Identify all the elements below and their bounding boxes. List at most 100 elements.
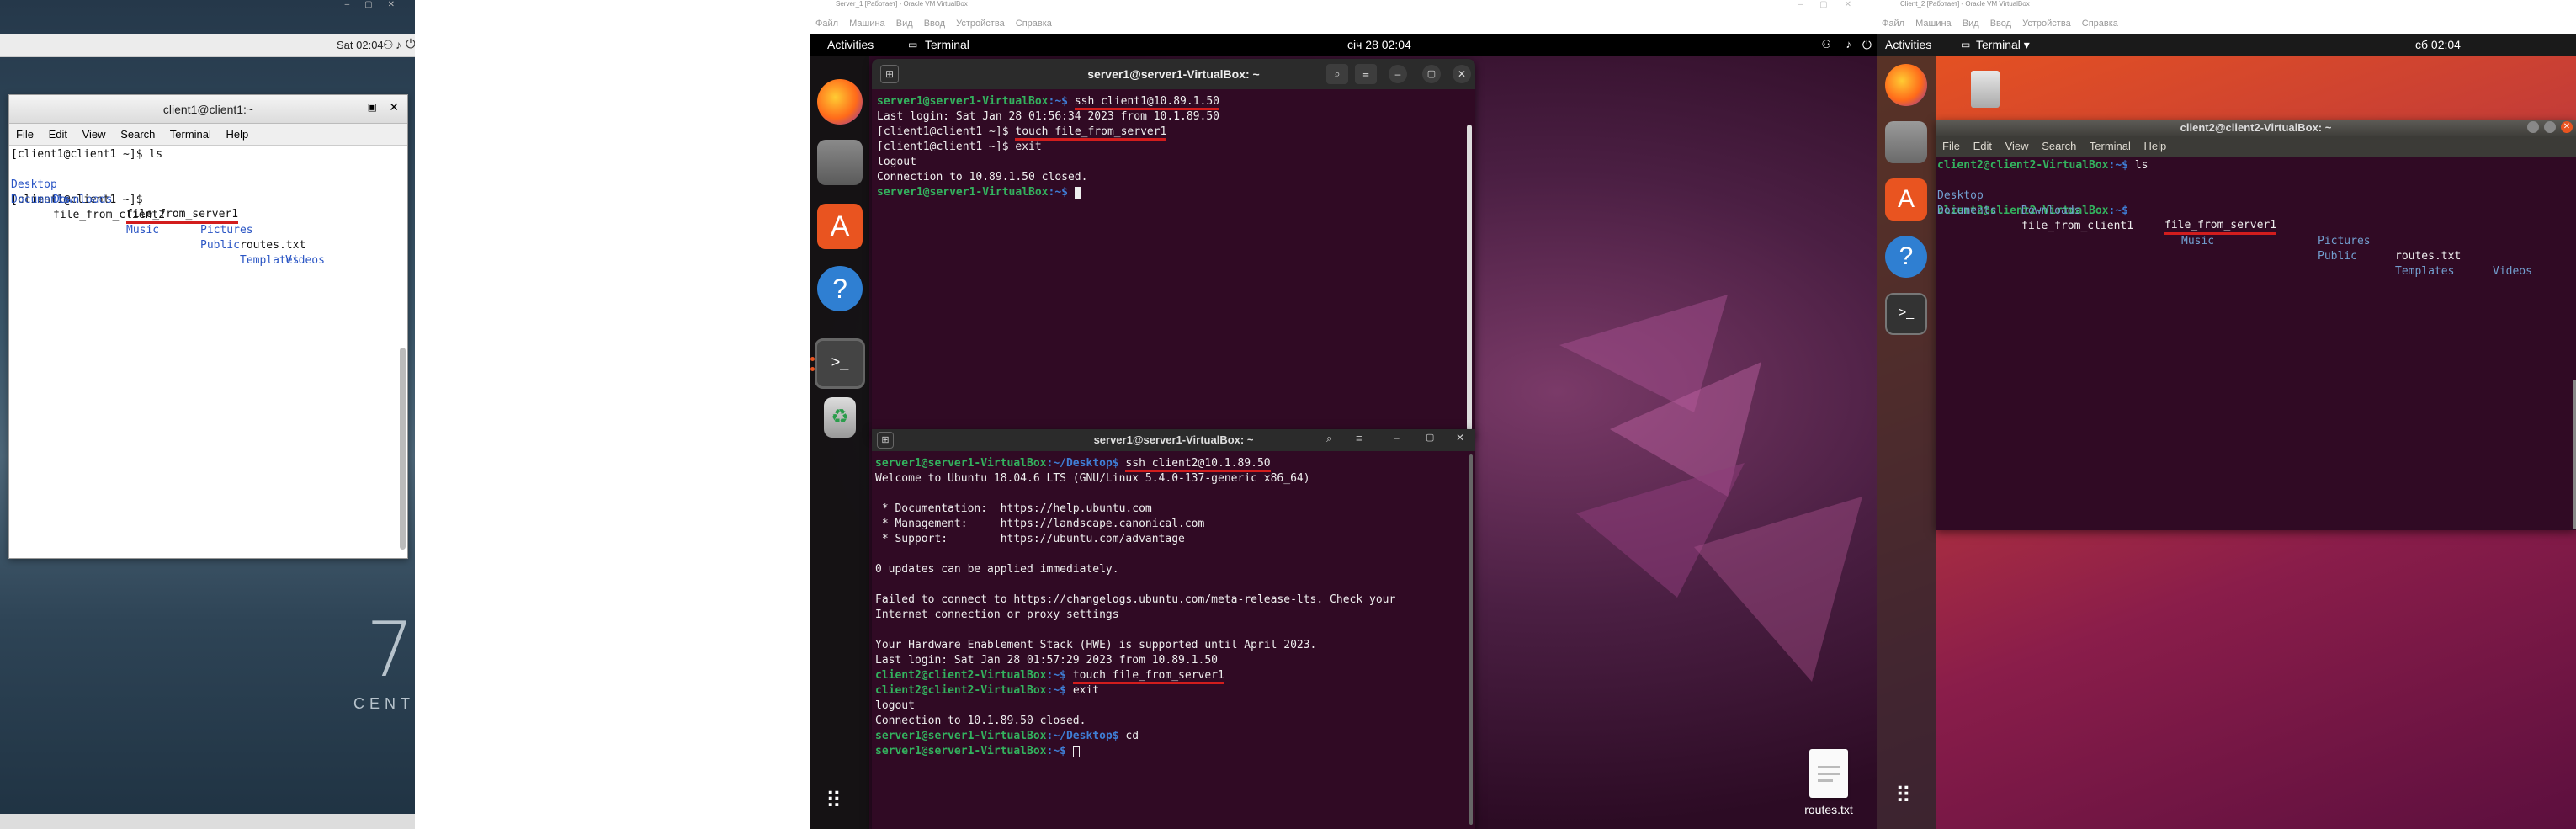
volume-icon[interactable]: ♪ bbox=[396, 38, 401, 51]
hamburger-menu-icon[interactable]: ≡ bbox=[1356, 432, 1362, 444]
menu-help[interactable]: Help bbox=[226, 128, 249, 141]
vm2-t2-headerbar[interactable]: ⊞ server1@server1-VirtualBox: ~ ⌕ ≡ – ▢ … bbox=[872, 429, 1475, 451]
vbox-menu-devices[interactable]: Устройства bbox=[956, 19, 1005, 29]
trash-icon[interactable]: ♻ bbox=[824, 397, 856, 438]
vm2-t2-content[interactable]: server1@server1-VirtualBox:~/Desktop$ ss… bbox=[875, 456, 1469, 759]
firefox-icon[interactable] bbox=[1885, 64, 1927, 106]
vbox-menu-file[interactable]: Файл bbox=[815, 19, 838, 29]
vbox-menu-view[interactable]: Вид bbox=[896, 19, 913, 29]
terminal-line: server1@server1-VirtualBox:~$ bbox=[877, 185, 1458, 200]
cursor bbox=[1074, 186, 1081, 199]
vm2-terminal-2[interactable]: ⊞ server1@server1-VirtualBox: ~ ⌕ ≡ – ▢ … bbox=[872, 429, 1475, 829]
vm3-terminal-window[interactable]: client2@client2-VirtualBox: ~ ✕ File Edi… bbox=[1936, 120, 2576, 530]
vm1-scrollbar[interactable] bbox=[400, 348, 406, 550]
vm2-t1-headerbar[interactable]: ⊞ server1@server1-VirtualBox: ~ ⌕ ≡ – ▢ … bbox=[872, 59, 1475, 89]
software-icon[interactable]: A bbox=[1885, 178, 1927, 221]
show-apps-icon[interactable]: ⠿ bbox=[826, 788, 842, 814]
vm2-clock[interactable]: січ 28 02:04 bbox=[1347, 34, 1411, 56]
vm2-terminal-1[interactable]: ⊞ server1@server1-VirtualBox: ~ ⌕ ≡ – ▢ … bbox=[872, 59, 1475, 436]
vbox-menu-machine[interactable]: Машина bbox=[849, 19, 885, 29]
show-apps-icon[interactable]: ⠿ bbox=[1895, 783, 1911, 809]
activities-button[interactable]: Activities bbox=[827, 34, 874, 56]
menu-search[interactable]: Search bbox=[120, 128, 155, 141]
terminal-line: server1@server1-VirtualBox:~/Desktop$ ss… bbox=[875, 456, 1469, 472]
firefox-icon[interactable] bbox=[817, 79, 863, 125]
menu-terminal[interactable]: Terminal bbox=[170, 128, 211, 141]
files-icon[interactable] bbox=[817, 140, 863, 185]
search-icon[interactable]: ⌕ bbox=[1326, 64, 1348, 84]
close-icon[interactable]: ✕ bbox=[2561, 121, 2573, 133]
centos-text: CENTOS bbox=[353, 695, 415, 712]
maximize-icon[interactable] bbox=[2544, 121, 2556, 133]
vm3-clock[interactable]: сб 02:04 bbox=[2415, 34, 2461, 56]
vm3-titlebar[interactable]: client2@client2-VirtualBox: ~ ✕ bbox=[1936, 120, 2576, 136]
power-icon[interactable]: ⏻ bbox=[406, 37, 415, 51]
help-icon[interactable]: ? bbox=[1885, 236, 1927, 278]
vbox-menu-machine[interactable]: Машина bbox=[1915, 19, 1952, 29]
terminal-line: server1@server1-VirtualBox:~$ ssh client… bbox=[877, 94, 1458, 110]
volume-icon[interactable]: ♪ bbox=[1846, 34, 1852, 56]
menu-edit[interactable]: Edit bbox=[1973, 140, 1992, 152]
terminal-icon[interactable]: >_ bbox=[1885, 293, 1927, 335]
desktop-file-routes[interactable]: routes.txt bbox=[1795, 749, 1862, 816]
vbox-menu-input[interactable]: Ввод bbox=[924, 19, 945, 29]
terminal-line: client2@client2-VirtualBox:~$ ls bbox=[1937, 158, 2560, 173]
prompt-user: server1@server1-VirtualBox bbox=[877, 186, 1049, 199]
menu-search[interactable]: Search bbox=[2042, 140, 2076, 152]
minimize-icon[interactable]: – bbox=[1389, 65, 1407, 83]
vbox-menu-input[interactable]: Ввод bbox=[1990, 19, 2011, 29]
close-icon[interactable]: ✕ bbox=[1453, 65, 1471, 83]
network-icon[interactable]: ⚇ bbox=[1821, 34, 1831, 56]
vbox-menu-file[interactable]: Файл bbox=[1882, 19, 1904, 29]
prompt-user: client2@client2-VirtualBox bbox=[1937, 159, 2109, 172]
vm2-t2-scrollbar[interactable] bbox=[1469, 454, 1473, 825]
minimize-icon[interactable]: – bbox=[348, 101, 355, 114]
maximize-icon[interactable]: ▢ bbox=[1426, 432, 1434, 443]
vm1-titlebar[interactable]: client1@client1:~ – ▣ ✕ bbox=[9, 95, 407, 124]
activities-button[interactable]: Activities bbox=[1885, 34, 1931, 56]
search-icon[interactable]: ⌕ bbox=[1326, 432, 1332, 445]
menu-view[interactable]: View bbox=[2005, 140, 2029, 152]
maximize-icon[interactable]: ▣ bbox=[368, 101, 377, 113]
minimize-icon[interactable]: – bbox=[1394, 432, 1400, 444]
trash-desktop-icon[interactable] bbox=[1971, 71, 2000, 108]
hamburger-menu-icon[interactable]: ≡ bbox=[1355, 64, 1377, 84]
maximize-icon[interactable]: ▢ bbox=[1422, 65, 1441, 83]
vbox-menu-help[interactable]: Справка bbox=[1016, 19, 1052, 29]
menu-file[interactable]: File bbox=[1942, 140, 1960, 152]
terminal-icon[interactable]: >_ bbox=[815, 338, 865, 389]
minimize-icon[interactable] bbox=[2527, 121, 2539, 133]
command: ls bbox=[2134, 159, 2148, 172]
vbox-menu-view[interactable]: Вид bbox=[1963, 19, 1979, 29]
vbox-menu-devices[interactable]: Устройства bbox=[2022, 19, 2071, 29]
vm1-clock-visible[interactable]: Sat 02:04 bbox=[337, 39, 384, 51]
wallpaper-art bbox=[1559, 295, 1862, 682]
files-icon[interactable] bbox=[1885, 121, 1927, 163]
app-menu-terminal[interactable]: Terminal ▾ bbox=[1976, 34, 2030, 56]
network-icon[interactable]: ⚇ bbox=[383, 38, 394, 52]
close-icon[interactable]: ✕ bbox=[389, 100, 399, 114]
menu-file[interactable]: File bbox=[16, 128, 34, 141]
vm1-terminal-window[interactable]: client1@client1:~ – ▣ ✕ File Edit View S… bbox=[8, 94, 408, 559]
power-icon[interactable]: ⏻ bbox=[1862, 34, 1872, 56]
close-icon[interactable]: ✕ bbox=[1456, 432, 1464, 444]
ls-row: Desktop Downloads file_from_server1 Pict… bbox=[1937, 173, 2560, 278]
menu-help[interactable]: Help bbox=[2144, 140, 2167, 152]
vm1-terminal-content[interactable]: [client1@client1 ~]$ ls Desktop Download… bbox=[11, 147, 398, 551]
prompt-user: client2@client2-VirtualBox bbox=[875, 684, 1047, 697]
terminal-app-icon[interactable]: ▭ bbox=[1961, 34, 1970, 56]
vm2-t1-scrollbar[interactable] bbox=[1467, 125, 1472, 431]
menu-edit[interactable]: Edit bbox=[49, 128, 67, 141]
ls-item: Pictures bbox=[2318, 235, 2371, 247]
ls-item: routes.txt bbox=[2395, 250, 2462, 263]
vm2-t1-content[interactable]: server1@server1-VirtualBox:~$ ssh client… bbox=[877, 94, 1458, 200]
software-icon[interactable]: A bbox=[817, 204, 863, 249]
app-menu-terminal[interactable]: Terminal bbox=[925, 34, 969, 56]
menu-terminal[interactable]: Terminal bbox=[2090, 140, 2131, 152]
vbox-menu-help[interactable]: Справка bbox=[2082, 19, 2118, 29]
vm3-terminal-content[interactable]: client2@client2-VirtualBox:~$ ls Desktop… bbox=[1937, 158, 2560, 278]
terminal-app-icon[interactable]: ▭ bbox=[908, 34, 917, 56]
vm3-scrollbar[interactable] bbox=[2573, 380, 2576, 529]
menu-view[interactable]: View bbox=[82, 128, 106, 141]
help-icon[interactable]: ? bbox=[817, 266, 863, 311]
